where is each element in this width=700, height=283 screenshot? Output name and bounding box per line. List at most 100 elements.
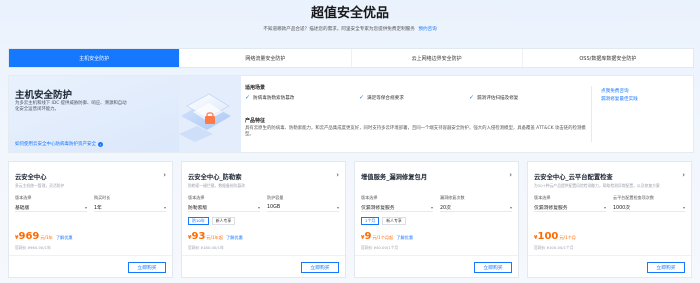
hero-subtitle-text: 不知道哪款产品合适？描述您的需求，阿里安全专家为您提供免费定制服务 [263,27,415,32]
discount-link[interactable]: 了解优惠 [56,235,73,241]
discount-link[interactable]: 了解优惠 [226,235,243,241]
check-count-select[interactable]: 1000次 ▾ [613,203,685,212]
capacity-select[interactable]: 10GB ▾ [267,203,339,212]
tab-oss-database[interactable]: OSS/数据库数据安全防护 [523,49,693,67]
chevron-right-icon[interactable]: › [682,171,685,179]
tab-network-traffic[interactable]: 网络流量安全防护 [180,49,352,67]
version-label: 版本选择 [534,195,551,200]
price-unit: 元/1年 [40,235,53,240]
features-heading: 产品特征 [245,118,266,124]
option-chip[interactable]: 1个月 [361,217,380,225]
card-divider [355,255,518,256]
duration-label: 购买时长 [94,195,111,200]
product-card: 云安全中心_防勒索 › 防勒索一键拦截，数据备份防篡改 版本选择 防护容量 防勒… [181,161,346,278]
version-label: 版本选择 [361,195,378,200]
product-card: 云安全中心_云平台配置检查 › 为30+种云产品提供配置风险检测能力，帮助检测异… [527,161,692,278]
check-count-label: 云平台配置检查项次数 [613,195,654,200]
card-subtitle: 多云主机统一管理，灵活防护 [15,183,65,188]
card-divider [528,255,691,256]
chevron-down-icon: ▾ [84,204,87,210]
info-panel: 主机安全防护 为多云主机和线下 IDC 提供威胁防御、响应、溯源和自动化安全运营… [8,75,694,153]
version-select-value: 防勒索版 [188,205,208,211]
version-select[interactable]: 仅漏洞修复服务 ▾ [534,203,606,212]
panel-guide-link[interactable]: 如何使用云安全中心防病毒防护资产安全 › [15,141,103,147]
card-title[interactable]: 增值服务_漏洞修复包月 [361,172,427,181]
scene-label: 漏洞评估扫描及修复 [477,96,519,101]
version-select-value: 基础版 [15,205,30,211]
version-select[interactable]: 基础版 ▾ [15,203,87,212]
price-row: ¥ 969 元/1年 了解优惠 [15,231,73,242]
page-title: 超值安全优品 [310,6,389,21]
original-price: 官网价 ¥960.00/1年 [15,245,51,250]
chevron-down-icon: ▾ [257,204,260,210]
option-group: 防10年 新人专享 [188,217,236,225]
card-divider [182,255,345,256]
card-subtitle: 为30+种云产品提供配置风险检测能力，帮助检测异常配置，以及修复方案 [534,183,660,188]
arrow-right-icon: › [98,141,103,147]
option-chip[interactable]: 新人专享 [211,217,236,225]
price-value: 9 [364,231,372,242]
product-cards: 云安全中心 › 多云主机统一管理，灵活防护 版本选择 购买时长 基础版 ▾ 1年… [8,161,694,279]
card-title[interactable]: 云安全中心 [15,172,46,181]
buy-button[interactable]: 立即购买 [474,262,512,273]
duration-select-value: 1年 [94,205,102,211]
panel-divider [591,86,592,142]
buy-button[interactable]: 立即购买 [647,262,685,273]
duration-select[interactable]: 1年 ▾ [94,203,166,212]
original-price: 官网价 ¥40.00/1个月 [361,245,399,250]
version-select[interactable]: 防勒索版 ▾ [188,203,260,212]
panel-intro: 主机安全防护 为多云主机和线下 IDC 提供威胁防御、响应、溯源和自动化安全运营… [9,76,179,152]
option-chip[interactable]: 新人专享 [382,217,406,225]
security-illustration-icon [179,76,241,152]
price-unit: 元/1个月起 [372,235,394,240]
buy-button[interactable]: 立即购买 [128,262,166,273]
free-consult-link[interactable]: 点我免费咨询 [601,88,638,96]
scene-item: ✓ 防病毒防勒索防篡改 [245,95,294,102]
chevron-down-icon: ▾ [682,204,685,210]
tab-host-security[interactable]: 主机安全防护 [9,49,181,67]
version-select[interactable]: 仅漏洞修复服务 ▾ [361,203,433,212]
consult-link[interactable]: 预约咨询 [418,27,436,32]
price-unit: 元/1个月 [559,235,576,240]
version-label: 版本选择 [15,195,32,200]
side-links: 点我免费咨询 漏洞修复最佳实践 [601,88,638,104]
fix-count-label: 漏洞修复次数 [440,195,465,200]
option-chip[interactable]: 防10年 [188,217,209,225]
capacity-select-value: 10GB [267,204,281,210]
chevron-down-icon: ▾ [603,204,606,210]
panel-title: 主机安全防护 [15,90,73,101]
card-divider [9,255,172,256]
price-row: ¥ 100 元/1个月 [534,231,576,242]
chevron-right-icon[interactable]: › [163,171,166,179]
chevron-right-icon[interactable]: › [336,171,339,179]
capacity-label: 防护容量 [267,195,284,200]
vuln-fix-practice-link[interactable]: 漏洞修复最佳实践 [601,96,638,104]
scenes-heading: 适用场景 [245,85,266,91]
features-description: 具有云原生的防病毒、防勒索能力，和云产品集成度更友好，同时支持多云环境部署，且同… [245,126,586,138]
hero: 超值安全优品 不知道哪款产品合适？描述您的需求，阿里安全专家为您提供免费定制服务… [0,0,700,33]
fix-count-select-value: 20次 [440,205,451,211]
panel-guide-link-text[interactable]: 如何使用云安全中心防病毒防护资产安全 [15,141,96,147]
chevron-right-icon[interactable]: › [509,171,512,179]
check-icon: ✓ [469,94,475,101]
chevron-down-icon: ▾ [163,204,166,210]
price-value: 100 [537,231,559,242]
version-label: 版本选择 [188,195,205,200]
tab-cloud-boundary[interactable]: 云上网络边界安全防护 [352,49,523,67]
price-row: ¥ 93 元/1年起 了解优惠 [188,231,243,242]
check-count-select-value: 1000次 [613,205,631,211]
original-price: 官网价 ¥180.00/1年 [188,245,224,250]
scenes-list: ✓ 防病毒防勒索防篡改 ✓ 满足等保合规要求 ✓ 漏洞评估扫描及修复 [245,95,585,107]
price-value: 969 [18,231,40,242]
card-title[interactable]: 云安全中心_防勒索 [188,172,242,181]
fix-count-select[interactable]: 20次 ▾ [440,203,512,212]
discount-link[interactable]: 了解优惠 [396,235,413,241]
card-title[interactable]: 云安全中心_云平台配置检查 [534,172,613,181]
scene-item: ✓ 漏洞评估扫描及修复 [469,94,519,102]
hero-subtitle: 不知道哪款产品合适？描述您的需求，阿里安全专家为您提供免费定制服务 预约咨询 [0,27,700,33]
card-subtitle: 防勒索一键拦截，数据备份防篡改 [188,183,245,188]
panel-description: 为多云主机和线下 IDC 提供威胁防御、响应、溯源和自动化安全运营闭环能力。 [15,101,127,113]
product-card: 增值服务_漏洞修复包月 › 版本选择 漏洞修复次数 仅漏洞修复服务 ▾ 20次 … [354,161,519,278]
buy-button[interactable]: 立即购买 [301,262,339,273]
category-tabs: 主机安全防护 网络流量安全防护 云上网络边界安全防护 OSS/数据库数据安全防护 [8,48,694,68]
